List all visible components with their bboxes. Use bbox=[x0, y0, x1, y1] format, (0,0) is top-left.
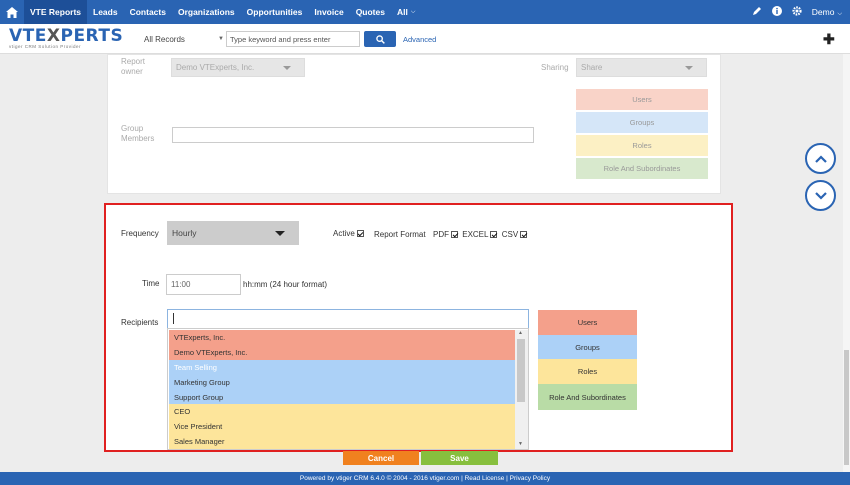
nav-organizations[interactable]: Organizations bbox=[172, 0, 241, 24]
top-nav: VTE Reports Leads Contacts Organizations… bbox=[0, 0, 850, 24]
gear-icon[interactable] bbox=[792, 6, 802, 18]
text-cursor bbox=[173, 313, 174, 324]
report-format-label: Report Format bbox=[374, 230, 426, 239]
user-menu[interactable]: Demo ⌵ bbox=[812, 7, 842, 18]
nav-quotes[interactable]: Quotes bbox=[350, 0, 391, 24]
recipient-chip-users[interactable]: Users bbox=[538, 310, 637, 335]
format-csv-label: CSV bbox=[501, 230, 519, 239]
scroll-up-arrow-icon[interactable]: ▲ bbox=[518, 330, 523, 336]
format-pdf-label: PDF bbox=[433, 230, 449, 239]
caret-down-icon bbox=[685, 66, 693, 70]
dropdown-option[interactable]: Support Group bbox=[169, 390, 515, 405]
nav-all[interactable]: All ⌵ bbox=[391, 0, 421, 24]
sharing-select[interactable]: Share bbox=[576, 58, 707, 77]
dropdown-scrollbar[interactable]: ▲ ▼ bbox=[515, 330, 528, 449]
format-excel-label: EXCEL bbox=[462, 230, 489, 239]
sharing-label: Sharing bbox=[541, 63, 569, 72]
frequency-value: Hourly bbox=[172, 228, 197, 238]
info-icon[interactable] bbox=[771, 6, 782, 18]
chevron-down-icon bbox=[814, 191, 827, 200]
plus-icon[interactable]: ✚ bbox=[823, 31, 835, 48]
records-select[interactable]: All Records ▼ bbox=[142, 31, 226, 47]
nav-opportunities[interactable]: Opportunities bbox=[241, 0, 309, 24]
recipient-chip-role-subordinates[interactable]: Role And Subordinates bbox=[538, 384, 637, 410]
dropdown-option[interactable]: Vice President bbox=[169, 419, 515, 434]
chevron-up-icon bbox=[814, 154, 827, 163]
sub-bar: VTEXPERTS vtiger CRM Solution Provider A… bbox=[0, 24, 850, 54]
recipients-dropdown: VTExperts, Inc. Demo VTExperts, Inc. Tea… bbox=[167, 328, 529, 450]
search-icon bbox=[375, 34, 385, 44]
dropdown-option-highlighted[interactable]: Team Selling bbox=[169, 360, 515, 375]
time-hint: hh:mm (24 hour format) bbox=[243, 280, 328, 289]
recipient-chip-roles[interactable]: Roles bbox=[538, 359, 637, 384]
advanced-search-link[interactable]: Advanced bbox=[403, 35, 436, 44]
format-options: PDF EXCEL CSV bbox=[433, 230, 528, 239]
scroll-down-arrow-icon[interactable]: ▼ bbox=[518, 441, 523, 447]
caret-down-icon bbox=[283, 66, 291, 70]
frequency-select[interactable]: Hourly bbox=[167, 221, 299, 245]
dropdown-option[interactable]: Demo VTExperts, Inc. bbox=[169, 345, 515, 360]
chevron-down-icon: ⌵ bbox=[410, 8, 416, 15]
nav-contacts[interactable]: Contacts bbox=[124, 0, 172, 24]
recipients-label: Recipients bbox=[121, 318, 159, 327]
logo: VTEXPERTS vtiger CRM Solution Provider bbox=[9, 26, 124, 50]
sharing-chip-groups[interactable]: Groups bbox=[576, 112, 708, 133]
report-owner-label: Report owner bbox=[121, 57, 146, 76]
sharing-value: Share bbox=[581, 63, 603, 72]
caret-down-icon bbox=[275, 231, 285, 236]
sharing-chip-roles[interactable]: Roles bbox=[576, 135, 708, 156]
nav-right: Demo ⌵ bbox=[752, 0, 842, 24]
frequency-label: Frequency bbox=[121, 229, 159, 238]
page-scrollbar[interactable] bbox=[843, 54, 850, 472]
chevron-down-icon: ⌵ bbox=[837, 10, 842, 17]
time-label: Time bbox=[142, 279, 160, 288]
group-members-label: Group Members bbox=[121, 124, 155, 143]
scroll-up-button[interactable] bbox=[805, 143, 836, 174]
scroll-down-button[interactable] bbox=[805, 180, 836, 211]
logo-text: VTEXPERTS bbox=[9, 26, 124, 46]
report-owner-select[interactable]: Demo VTExperts, Inc. bbox=[171, 58, 305, 77]
active-option[interactable]: Active bbox=[333, 229, 364, 238]
dropdown-option[interactable]: Marketing Group bbox=[169, 375, 515, 390]
sharing-chip-role-subordinates[interactable]: Role And Subordinates bbox=[576, 158, 708, 179]
active-label: Active bbox=[333, 229, 355, 238]
nav-leads[interactable]: Leads bbox=[87, 0, 124, 24]
search-button[interactable] bbox=[364, 31, 396, 47]
home-icon[interactable] bbox=[0, 0, 24, 24]
search-input[interactable]: Type keyword and press enter bbox=[226, 31, 360, 47]
cancel-button[interactable]: Cancel bbox=[343, 451, 419, 465]
format-csv-checkbox[interactable] bbox=[520, 231, 528, 238]
nav-invoice[interactable]: Invoice bbox=[308, 0, 349, 24]
format-pdf-checkbox[interactable] bbox=[451, 231, 458, 238]
recipient-chip-groups[interactable]: Groups bbox=[538, 335, 637, 360]
logo-x-glyph: X bbox=[46, 26, 61, 46]
report-owner-value: Demo VTExperts, Inc. bbox=[176, 63, 255, 72]
active-checkbox[interactable] bbox=[356, 230, 364, 237]
user-name: Demo bbox=[811, 6, 835, 17]
dropdown-option[interactable]: VTExperts, Inc. bbox=[169, 330, 515, 345]
dropdown-scroll-thumb[interactable] bbox=[517, 339, 525, 402]
records-select-value: All Records bbox=[144, 34, 185, 44]
dropdown-option[interactable]: CEO bbox=[169, 404, 515, 419]
pencil-icon[interactable] bbox=[752, 6, 762, 18]
page-scroll-thumb[interactable] bbox=[844, 350, 849, 465]
nav-vte-reports[interactable]: VTE Reports bbox=[24, 0, 88, 24]
sharing-chip-users[interactable]: Users bbox=[576, 89, 708, 110]
caret-down-icon: ▼ bbox=[218, 36, 224, 42]
footer: Powered by vtiger CRM 6.4.0 © 2004 - 201… bbox=[0, 472, 850, 485]
dropdown-option[interactable]: Sales Manager bbox=[169, 434, 515, 449]
save-button[interactable]: Save bbox=[421, 451, 498, 465]
nav-all-label: All bbox=[396, 7, 408, 17]
group-members-input[interactable] bbox=[172, 127, 534, 143]
time-input[interactable]: 11:00 bbox=[166, 274, 241, 295]
recipients-input[interactable] bbox=[167, 309, 529, 329]
format-excel-checkbox[interactable] bbox=[490, 231, 498, 238]
